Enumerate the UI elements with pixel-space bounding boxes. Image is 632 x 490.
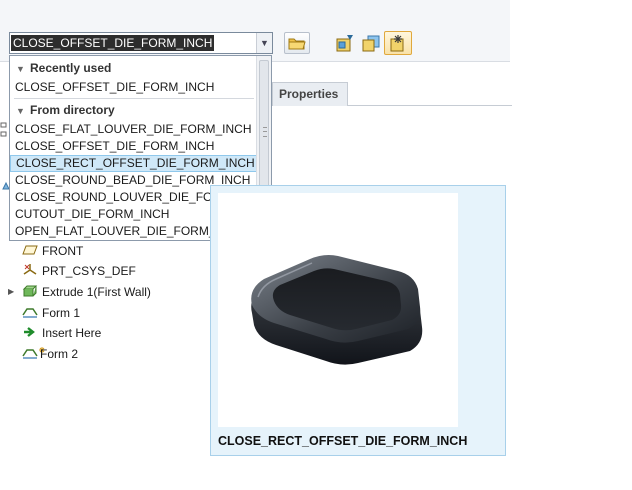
tree-item-label: FRONT	[42, 244, 84, 258]
list-item[interactable]: CLOSE_FLAT_LOUVER_DIE_FORM_INCH	[10, 121, 257, 138]
coordinate-system-icon	[23, 264, 37, 275]
tree-item-front[interactable]: FRONT	[22, 241, 83, 261]
grip-icon	[263, 127, 267, 137]
from-directory-header[interactable]: ▼ From directory	[10, 100, 257, 120]
tree-item-insert-here[interactable]: Insert Here	[22, 323, 101, 343]
list-item[interactable]: CLOSE_OFFSET_DIE_FORM_INCH	[10, 138, 257, 155]
edit-placement-button[interactable]	[332, 32, 358, 54]
datum-plane-icon	[22, 245, 38, 255]
collapse-triangle-icon: ▼	[16, 106, 25, 116]
preview-popup: CLOSE_RECT_OFFSET_DIE_FORM_INCH	[210, 185, 506, 456]
from-directory-label: From directory	[30, 103, 115, 117]
collapse-triangle-icon: ▼	[16, 64, 25, 74]
tree-item-label: Insert Here	[42, 326, 102, 340]
reference-icon	[362, 35, 380, 52]
reference-button[interactable]	[358, 32, 384, 54]
tree-edge-handle-icon[interactable]	[0, 122, 8, 138]
divider	[14, 98, 254, 99]
tree-item-label: PRT_CSYS_DEF	[42, 264, 136, 278]
recently-used-header[interactable]: ▼ Recently used	[10, 58, 257, 78]
list-item-selected[interactable]: CLOSE_RECT_OFFSET_DIE_FORM_INCH	[10, 155, 257, 172]
edit-placement-icon	[336, 35, 353, 52]
preview-caption: CLOSE_RECT_OFFSET_DIE_FORM_INCH	[218, 434, 468, 448]
list-item[interactable]: CLOSE_OFFSET_DIE_FORM_INCH	[10, 79, 257, 96]
form-selector-combo[interactable]: CLOSE_OFFSET_DIE_FORM_INCH ▼	[9, 32, 273, 54]
open-folder-icon	[288, 38, 306, 50]
form-icon	[22, 308, 38, 318]
tree-item-extrude[interactable]: Extrude 1(First Wall)	[22, 282, 151, 302]
form-selector-value[interactable]: CLOSE_OFFSET_DIE_FORM_INCH	[11, 35, 215, 51]
open-folder-button[interactable]	[284, 32, 310, 54]
tree-item-label: Form 2	[40, 347, 79, 361]
die-form-3d-icon	[251, 255, 423, 365]
recently-used-label: Recently used	[30, 61, 112, 75]
tree-item-label: Form 1	[42, 306, 81, 320]
expand-triangle-icon[interactable]: ▶	[8, 287, 14, 296]
insert-arrow-icon	[24, 327, 35, 337]
tree-item-form1[interactable]: Form 1	[22, 303, 80, 323]
insert-feature-button[interactable]	[384, 31, 412, 55]
tree-item-label: Extrude 1(First Wall)	[42, 285, 151, 299]
insert-feature-icon	[390, 35, 404, 52]
tree-item-form2[interactable]: Form 2	[22, 344, 78, 364]
grip-line	[263, 131, 267, 132]
tab-properties[interactable]: Properties	[272, 82, 348, 106]
scrollbar-thumb[interactable]	[259, 60, 269, 205]
extrude-icon	[22, 285, 38, 297]
preview-image	[218, 193, 458, 427]
tree-item-csys[interactable]: PRT_CSYS_DEF	[22, 261, 136, 281]
chevron-down-icon[interactable]: ▼	[256, 33, 272, 53]
